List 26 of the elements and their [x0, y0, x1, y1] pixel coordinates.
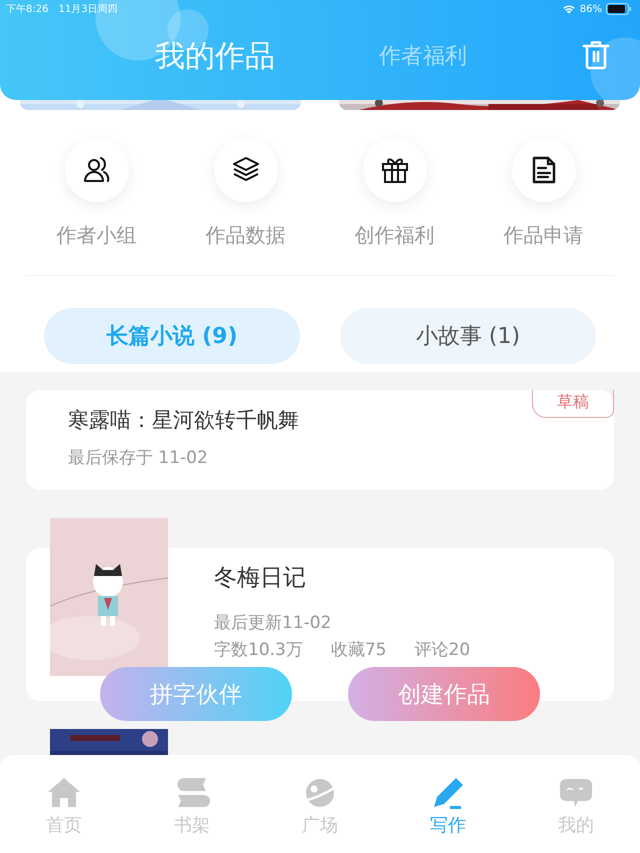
action-button[interactable]: 拼字伙伴 [100, 667, 292, 721]
work-title: 寒露喵：星河欲转千帆舞 [68, 407, 300, 434]
header-tab[interactable]: 作者福利 [379, 41, 467, 71]
work-stat: 字数10.3万 [214, 639, 303, 661]
work-update-time: 最后更新11-02 [214, 612, 332, 634]
status-time: 下午8:26 [6, 3, 48, 16]
work-stat: 评论20 [414, 639, 470, 661]
work-card[interactable]: 草稿 寒露喵：星河欲转千帆舞 最后保存于 11-02 [26, 390, 614, 490]
category-tab[interactable]: 长篇小说 (9) [44, 308, 300, 364]
battery-percent: 86% [580, 4, 602, 14]
quick-action-button[interactable]: 作品数据 [190, 138, 300, 249]
nav-tab[interactable]: 写作 [408, 775, 488, 853]
header-tab[interactable]: 我的作品 [155, 36, 275, 76]
work-title: 冬梅日记 [214, 564, 307, 593]
work-stat: 收藏75 [330, 639, 386, 661]
battery-icon [606, 3, 632, 15]
category-tab[interactable]: 小故事 (1) [340, 308, 596, 364]
action-button[interactable]: 创建作品 [348, 667, 540, 721]
status-date: 11月3日周四 [58, 3, 118, 16]
wifi-icon [562, 4, 576, 14]
quick-action-button[interactable]: 创作福利 [340, 138, 450, 249]
trash-icon[interactable] [582, 40, 610, 70]
quick-action-button[interactable]: 作品申请 [488, 138, 598, 249]
draft-tag: 草稿 [532, 390, 614, 418]
work-save-time: 最后保存于 11-02 [68, 447, 209, 469]
quick-action-button[interactable]: 作者小组 [42, 138, 152, 249]
